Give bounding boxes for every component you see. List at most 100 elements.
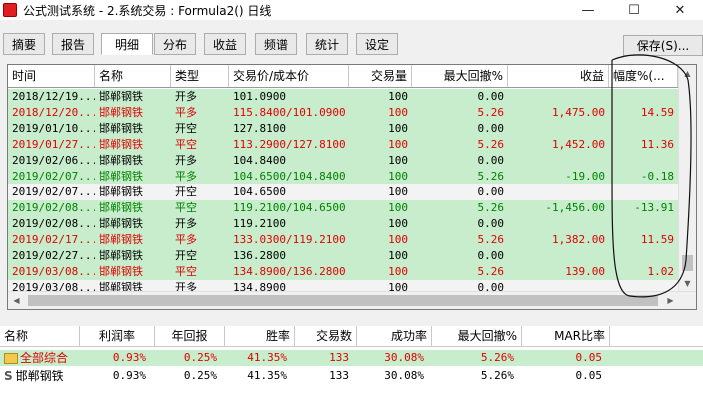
table-row[interactable]: 2019/02/17... 邯郸钢铁 平多 133.0300/119.2100 100 5… (8, 232, 678, 249)
cell-type: 平多 (175, 105, 197, 119)
col-trades[interactable]: 交易数 (295, 326, 357, 346)
table-row[interactable]: 2018/12/19... 邯郸钢铁 开多 101.0900 100 0.00 (8, 89, 678, 105)
cell-name: 邯郸钢铁 (99, 201, 143, 215)
table-row[interactable]: 2019/02/06... 邯郸钢铁 开多 104.8400 100 0.00 (8, 152, 678, 169)
cell-type: 平多 (175, 233, 197, 247)
col-price[interactable]: 交易价/成本价 (229, 65, 349, 87)
col-mar-ratio[interactable]: MAR比率 (522, 326, 610, 346)
minimize-button[interactable]: — (565, 0, 611, 20)
cell-volume: 100 (388, 137, 408, 151)
cell-time: 2019/02/07... (12, 185, 95, 199)
cell-name: 邯郸钢铁 (99, 233, 143, 247)
col-profit[interactable]: 收益 (508, 65, 609, 87)
cell-name: 全部综合 (0, 350, 80, 366)
cell-time: 2019/01/10... (12, 121, 95, 135)
cell-price: 115.8400/101.0900 (233, 105, 346, 119)
col-range[interactable]: 幅度%(... (609, 65, 678, 87)
col-name[interactable]: 名称 (95, 65, 171, 87)
vertical-scrollbar[interactable]: ▲ ▼ (678, 65, 696, 292)
summary-row-stock[interactable]: S 邯郸钢铁 0.93% 0.25% 41.35% 133 30.08% 5.26% 0.05 (0, 368, 703, 384)
table-row[interactable]: 2018/12/20... 邯郸钢铁 平多 115.8400/101.0900 100 5… (8, 104, 678, 121)
table-row[interactable]: 2019/01/10... 邯郸钢铁 开空 127.8100 100 0.00 (8, 120, 678, 137)
table-row[interactable]: 2019/02/07... 邯郸钢铁 开空 104.6500 100 0.00 (8, 184, 678, 201)
cell-price: 119.2100/104.6500 (233, 201, 346, 215)
col-success-rate[interactable]: 成功率 (357, 326, 432, 346)
col-drawdown[interactable]: 最大回撤% (412, 65, 508, 87)
cell-profit (508, 216, 609, 232)
cell-drawdown: 5.26% (480, 369, 514, 382)
detail-table-header: 时间 名称 类型 交易价/成本价 交易量 最大回撤% 收益 幅度%(... (8, 65, 678, 88)
table-row[interactable]: 2019/03/08... 邯郸钢铁 平空 134.8900/136.2800 100 5… (8, 263, 678, 280)
col-volume[interactable]: 交易量 (349, 65, 412, 87)
maximize-button[interactable]: ☐ (611, 0, 657, 20)
folder-icon (4, 353, 18, 364)
horizontal-scrollbar[interactable]: ◀ ▶ (8, 291, 696, 309)
cell-price: 104.6500 (233, 185, 286, 199)
cell-name: 邯郸钢铁 (99, 121, 143, 135)
table-row[interactable]: 2019/02/08... 邯郸钢铁 平空 119.2100/104.6500 100 5… (8, 200, 678, 217)
cell-type: 开空 (175, 249, 197, 262)
cell-price: 136.2800 (233, 249, 286, 262)
save-button[interactable]: 保存(S)... (623, 35, 703, 56)
cell-name: 邯郸钢铁 (99, 185, 143, 199)
cell-drawdown: 5.26 (477, 169, 505, 183)
col-time[interactable]: 时间 (8, 65, 95, 87)
cell-range (609, 121, 678, 137)
table-row[interactable]: 2019/02/27... 邯郸钢铁 开空 136.2800 100 0.00 (8, 248, 678, 264)
cell-name: 邯郸钢铁 (99, 169, 143, 183)
cell-range: 11.59 (640, 233, 674, 247)
detail-table[interactable]: 时间 名称 类型 交易价/成本价 交易量 最大回撤% 收益 幅度%(... 20… (7, 64, 697, 310)
cell-range: 14.59 (640, 105, 674, 119)
table-row[interactable]: 2019/02/07... 邯郸钢铁 平多 104.6500/104.8400 100 5… (8, 168, 678, 185)
cell-profit: 139.00 (565, 264, 605, 278)
cell-mar: 0.05 (575, 351, 603, 364)
tab-profit[interactable]: 收益 (204, 33, 246, 55)
table-row[interactable]: 2019/01/27... 邯郸钢铁 平空 113.2900/127.8100 100 5… (8, 136, 678, 153)
close-button[interactable]: ✕ (657, 0, 703, 20)
col-name[interactable]: 名称 (0, 326, 80, 346)
col-max-drawdown[interactable]: 最大回撤% (432, 326, 522, 346)
cell-price: 127.8100 (233, 121, 286, 135)
cell-price: 104.6500/104.8400 (233, 169, 346, 183)
tab-summary[interactable]: 摘要 (3, 33, 45, 55)
cell-volume: 100 (388, 90, 408, 103)
cell-success: 30.08% (384, 351, 424, 364)
cell-time: 2019/02/08... (12, 217, 95, 231)
scroll-thumb[interactable] (682, 255, 693, 271)
cell-price: 113.2900/127.8100 (233, 137, 346, 151)
cell-mar: 0.05 (575, 369, 603, 382)
table-row[interactable]: 2019/02/08... 邯郸钢铁 开多 119.2100 100 0.00 (8, 216, 678, 233)
tab-statistics[interactable]: 统计 (306, 33, 348, 55)
cell-type: 开多 (175, 90, 197, 103)
cell-range (609, 216, 678, 232)
cell-time: 2019/02/07... (12, 169, 95, 183)
window-controls: — ☐ ✕ (565, 0, 703, 20)
tab-distribution[interactable]: 分布 (154, 33, 196, 55)
col-annual-return[interactable]: 年回报 (155, 326, 225, 346)
col-profit-rate[interactable]: 利润率 (80, 326, 155, 346)
cell-range (609, 184, 678, 200)
cell-drawdown: 5.26 (477, 105, 505, 119)
cell-drawdown: 5.26 (477, 201, 505, 215)
tab-report[interactable]: 报告 (52, 33, 94, 55)
cell-time: 2019/01/27... (12, 137, 95, 151)
col-win-rate[interactable]: 胜率 (225, 326, 295, 346)
cell-type: 开空 (175, 121, 197, 135)
hscroll-thumb[interactable] (28, 295, 658, 306)
cell-profit: 1,475.00 (552, 105, 605, 119)
tab-detail[interactable]: 明细 (101, 33, 153, 55)
scroll-left-icon[interactable]: ◀ (8, 292, 25, 309)
cell-range (609, 248, 678, 264)
summary-row-total[interactable]: 全部综合 0.93% 0.25% 41.35% 133 30.08% 5.26% 0.05 (0, 350, 703, 366)
cell-annual: 0.25% (183, 351, 217, 364)
cell-drawdown: 5.26 (477, 233, 505, 247)
scroll-up-icon[interactable]: ▲ (679, 65, 696, 82)
tab-settings[interactable]: 设定 (356, 33, 398, 55)
scroll-down-icon[interactable]: ▼ (679, 275, 696, 292)
app-icon (3, 3, 17, 17)
tab-spectrum[interactable]: 频谱 (255, 33, 297, 55)
cell-time: 2018/12/19... (12, 90, 95, 103)
scroll-right-icon[interactable]: ▶ (662, 292, 679, 309)
col-type[interactable]: 类型 (171, 65, 229, 87)
cell-profit_rate: 0.93% (112, 351, 146, 364)
